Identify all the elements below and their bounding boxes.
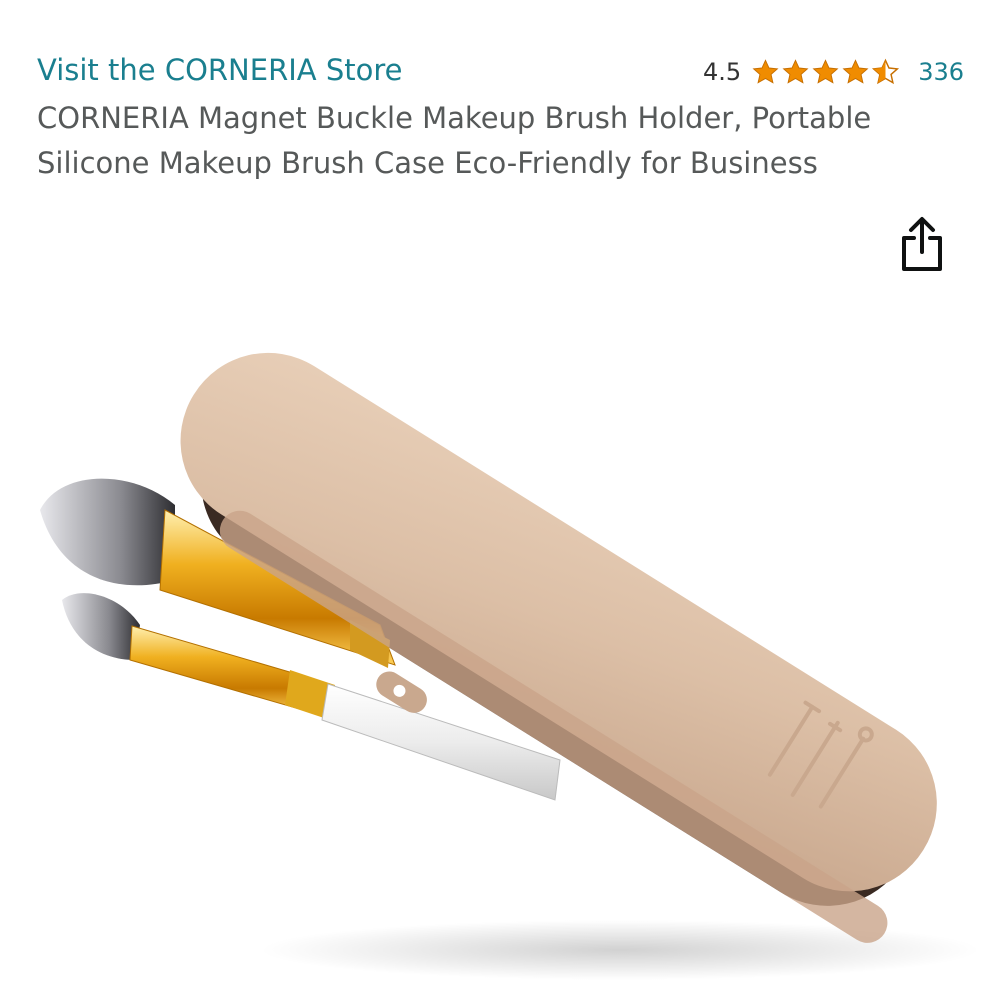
review-count-link[interactable]: 336 bbox=[918, 58, 964, 86]
star-full-icon bbox=[782, 58, 809, 84]
star-full-icon bbox=[812, 58, 839, 84]
rating-summary: 4.5 336 bbox=[703, 52, 964, 92]
star-rating[interactable] bbox=[751, 58, 900, 87]
star-full-icon bbox=[752, 58, 779, 84]
visit-store-link[interactable]: Visit the CORNERIA Store bbox=[37, 50, 402, 90]
star-half-icon bbox=[872, 58, 900, 84]
product-image[interactable] bbox=[20, 290, 990, 990]
product-title: CORNERIA Magnet Buckle Makeup Brush Hold… bbox=[37, 101, 872, 180]
rating-value: 4.5 bbox=[703, 58, 742, 86]
share-icon[interactable] bbox=[896, 216, 948, 274]
star-full-icon bbox=[842, 58, 869, 84]
